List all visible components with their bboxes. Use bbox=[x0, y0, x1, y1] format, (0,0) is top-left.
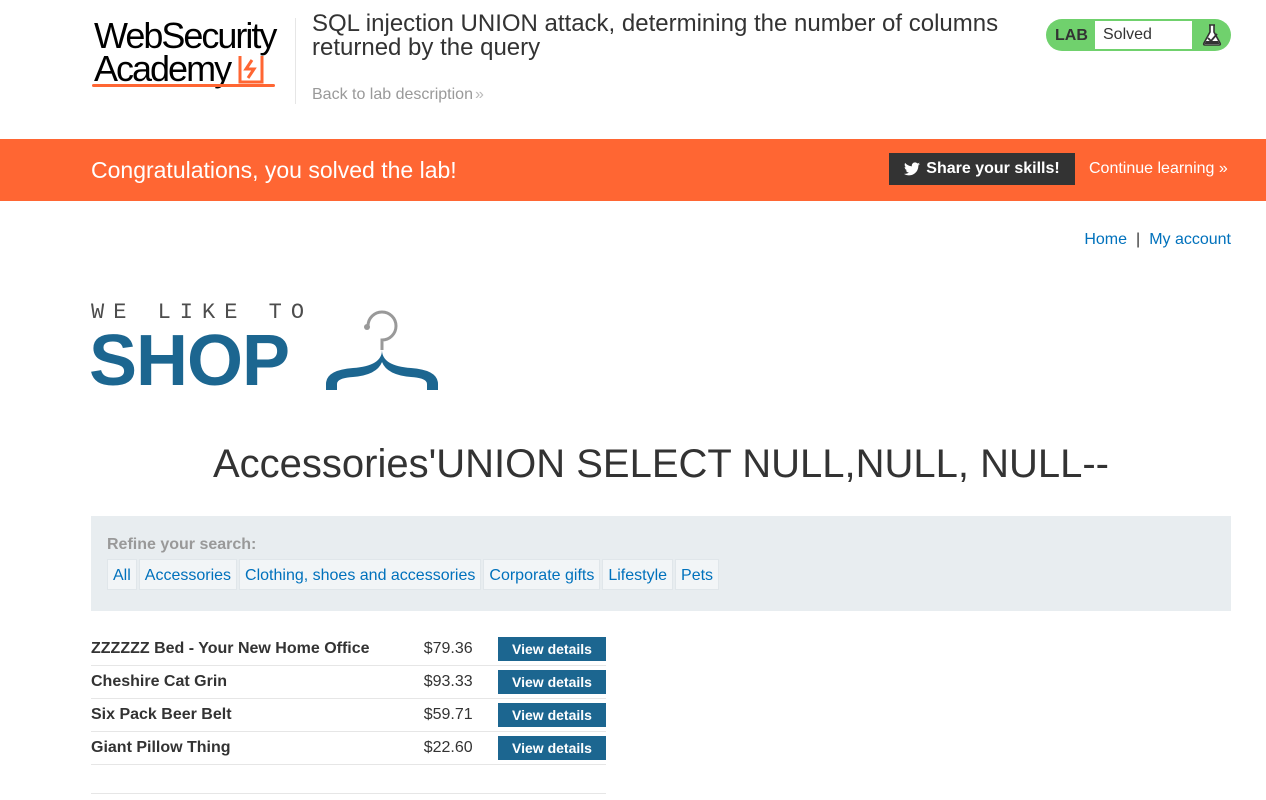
hanger-icon bbox=[326, 310, 438, 390]
twitter-icon bbox=[904, 162, 921, 176]
product-name: Six Pack Beer Belt bbox=[91, 698, 416, 732]
view-details-button[interactable]: View details bbox=[498, 736, 606, 760]
product-price: $93.33 bbox=[415, 665, 498, 699]
filter-clothing-shoes-accessories[interactable]: Clothing, shoes and accessories bbox=[239, 559, 482, 590]
category-filter-list: All Accessories Clothing, shoes and acce… bbox=[107, 559, 720, 590]
product-name: Giant Pillow Thing bbox=[91, 731, 416, 765]
table-row: Six Pack Beer Belt $59.71 View details bbox=[91, 698, 606, 732]
filter-label: Refine your search: bbox=[107, 536, 257, 553]
account-nav: Home | My account bbox=[1084, 231, 1231, 249]
lab-status-tag: LAB bbox=[1055, 27, 1088, 44]
table-row: Cheshire Cat Grin $93.33 View details bbox=[91, 665, 606, 699]
nav-separator: | bbox=[1136, 231, 1141, 248]
lab-title: SQL injection UNION attack, determining … bbox=[312, 10, 999, 61]
table-bottom-divider bbox=[91, 793, 606, 794]
view-details-button[interactable]: View details bbox=[498, 703, 606, 727]
filter-accessories[interactable]: Accessories bbox=[138, 559, 238, 590]
lab-status-value: Solved bbox=[1095, 21, 1192, 49]
table-row: Giant Pillow Thing $22.60 View details bbox=[91, 731, 606, 765]
back-link-label: Back to lab description bbox=[312, 86, 473, 103]
solved-banner: Congratulations, you solved the lab! Sha… bbox=[0, 139, 1266, 201]
lab-header: WebSecurity Academy SQL injection UNION … bbox=[0, 0, 1266, 139]
web-security-academy-logo[interactable]: WebSecurity Academy bbox=[92, 18, 292, 90]
congratulations-message: Congratulations, you solved the lab! bbox=[91, 157, 457, 183]
logo-line-2: Academy bbox=[94, 48, 232, 89]
lab-status-badge: LAB Solved bbox=[1046, 19, 1231, 51]
home-link[interactable]: Home bbox=[1084, 231, 1127, 248]
double-chevron-right-icon: » bbox=[474, 86, 484, 103]
share-skills-button[interactable]: Share your skills! bbox=[889, 153, 1075, 185]
my-account-link[interactable]: My account bbox=[1149, 231, 1231, 248]
shop-logo: WE LIKE TO SHOP bbox=[89, 300, 451, 401]
view-details-button[interactable]: View details bbox=[498, 637, 606, 661]
filter-panel: Refine your search: All Accessories Clot… bbox=[91, 516, 1231, 611]
filter-pets[interactable]: Pets bbox=[675, 559, 720, 590]
double-chevron-right-icon: » bbox=[1214, 160, 1228, 177]
product-name: ZZZZZZ Bed - Your New Home Office bbox=[91, 633, 416, 666]
table-row: ZZZZZZ Bed - Your New Home Office $79.36… bbox=[91, 633, 606, 666]
logo-bolt-icon bbox=[238, 56, 264, 84]
product-price: $59.71 bbox=[415, 698, 498, 732]
category-heading: Accessories'UNION SELECT NULL,NULL, NULL… bbox=[212, 442, 1110, 486]
product-price: $79.36 bbox=[415, 633, 498, 666]
filter-lifestyle[interactable]: Lifestyle bbox=[602, 559, 674, 590]
filter-all[interactable]: All bbox=[107, 559, 137, 590]
product-table: ZZZZZZ Bed - Your New Home Office $79.36… bbox=[91, 633, 606, 765]
share-skills-label: Share your skills! bbox=[926, 160, 1060, 177]
back-to-lab-description-link[interactable]: Back to lab description» bbox=[312, 86, 484, 104]
continue-learning-label: Continue learning bbox=[1089, 160, 1215, 177]
view-details-button[interactable]: View details bbox=[498, 670, 606, 694]
product-name: Cheshire Cat Grin bbox=[91, 665, 416, 699]
flask-icon bbox=[1193, 19, 1231, 51]
shop-logo-word: SHOP bbox=[89, 321, 290, 401]
product-price: $22.60 bbox=[415, 731, 498, 765]
logo-underline bbox=[92, 84, 275, 87]
header-divider bbox=[295, 18, 296, 104]
filter-corporate-gifts[interactable]: Corporate gifts bbox=[483, 559, 601, 590]
continue-learning-link[interactable]: Continue learning » bbox=[1089, 160, 1228, 178]
